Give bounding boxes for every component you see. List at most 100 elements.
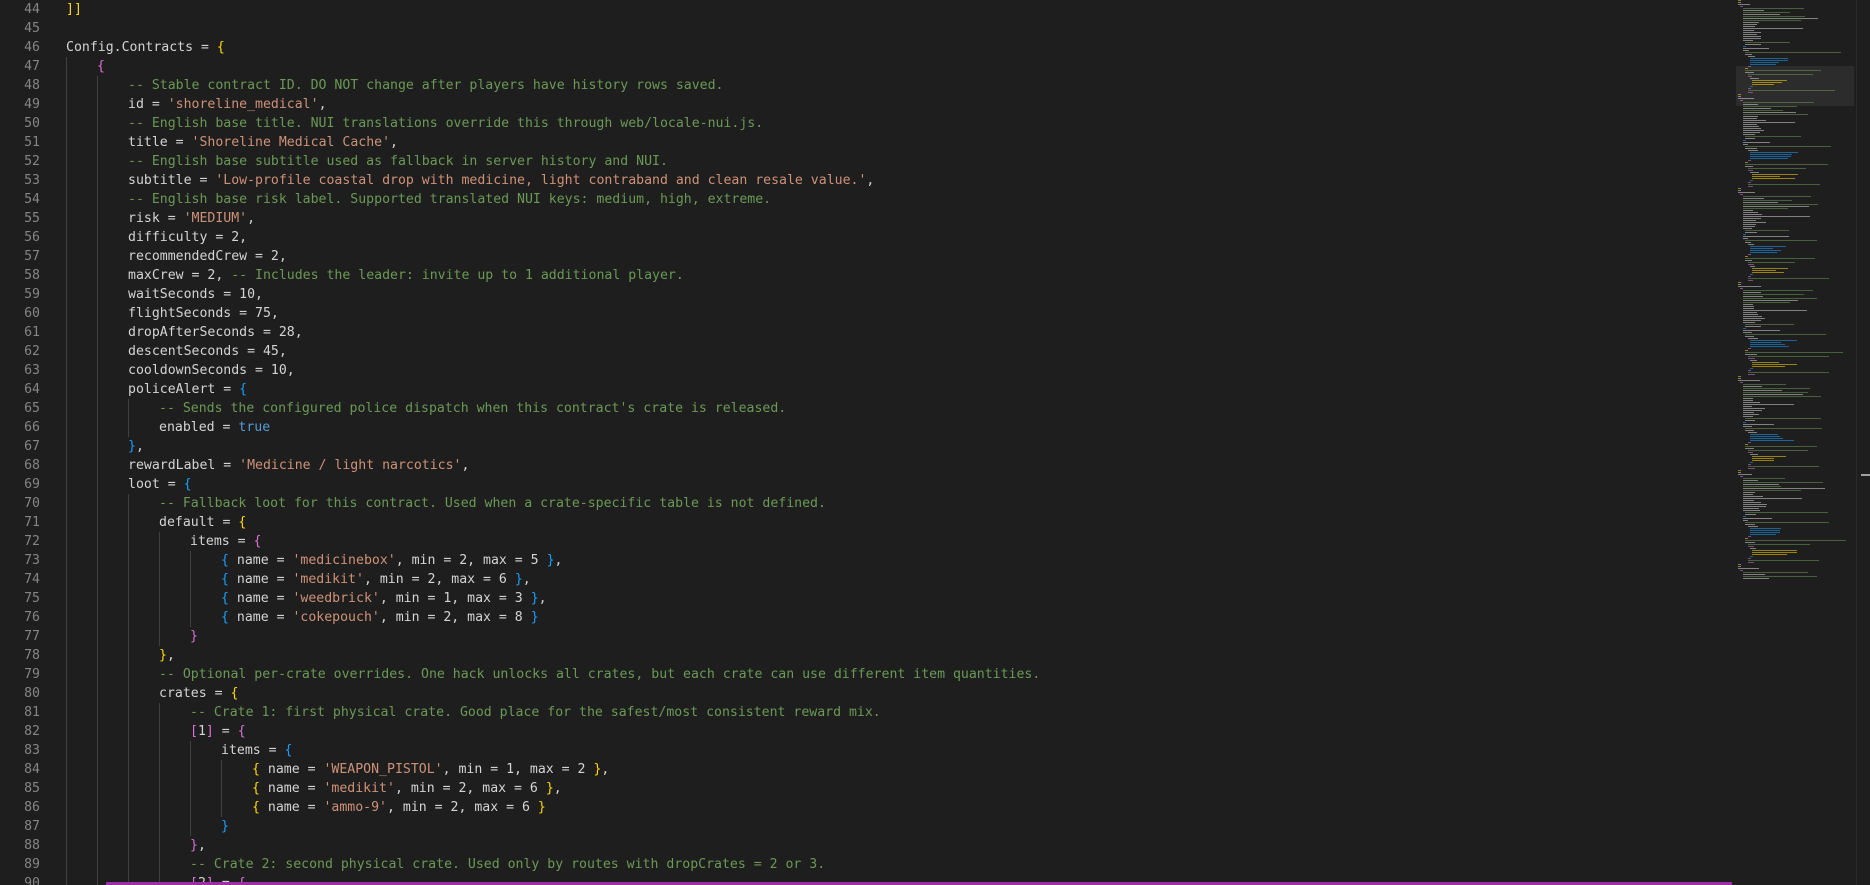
code-line[interactable]: { name = 'medikit', min = 2, max = 6 }, [221, 570, 531, 589]
indent-guide [128, 703, 129, 722]
code-line[interactable]: policeAlert = { [128, 380, 247, 399]
code-line[interactable]: enabled = true [159, 418, 270, 437]
minimap-line [1747, 186, 1754, 187]
code-line[interactable]: dropAfterSeconds = 28, [128, 323, 303, 342]
minimap-line [1752, 80, 1787, 81]
indent-guide [159, 627, 160, 646]
minimap-line [1750, 252, 1778, 253]
code-line[interactable]: [1] = { [190, 722, 246, 741]
code-line[interactable]: { name = 'medicinebox', min = 2, max = 5… [221, 551, 562, 570]
code-line[interactable]: difficulty = 2, [128, 228, 247, 247]
code-line[interactable]: items = { [221, 741, 292, 760]
minimap-line [1750, 346, 1790, 347]
code-token: } [530, 610, 539, 625]
code-line[interactable]: waitSeconds = 10, [128, 285, 263, 304]
code-line[interactable]: }, [159, 646, 175, 665]
indent-guide [66, 285, 67, 304]
minimap-line [1738, 4, 1751, 5]
vertical-scrollbar[interactable] [1856, 0, 1870, 885]
indent-guide [97, 361, 98, 380]
code-area[interactable]: ]] Config.Contracts = {{-- Stable contrac… [66, 0, 1726, 885]
code-token: 'ammo-9' [323, 800, 388, 815]
code-line[interactable]: cooldownSeconds = 10, [128, 361, 295, 380]
code-line[interactable]: ]] [66, 0, 82, 19]
indent-guide [97, 247, 98, 266]
code-line[interactable]: }, [128, 437, 144, 456]
code-line[interactable]: title = 'Shoreline Medical Cache', [128, 133, 398, 152]
code-line[interactable]: -- English base title. NUI translations … [128, 114, 763, 133]
indent-guide [97, 323, 98, 342]
code-line[interactable]: rewardLabel = 'Medicine / light narcotic… [128, 456, 469, 475]
code-line[interactable]: } [221, 817, 229, 836]
code-line[interactable]: { name = 'ammo-9', min = 2, max = 6 } [252, 798, 546, 817]
code-editor[interactable]: 44 45 46 47 48 49 50 51 52 53 54 55 56 57 58 59 60 61 62 63… [0, 0, 1870, 885]
code-line[interactable]: { name = 'medikit', min = 2, max = 6 }, [252, 779, 562, 798]
code-line[interactable]: -- Fallback loot for this contract. Used… [159, 494, 826, 513]
minimap-line [1745, 230, 1789, 231]
code-line[interactable]: items = { [190, 532, 261, 551]
code-line[interactable]: -- English base risk label. Supported tr… [128, 190, 771, 209]
minimap-line [1742, 204, 1818, 205]
code-line[interactable]: recommendedCrew = 2, [128, 247, 287, 266]
minimap-line [1747, 358, 1756, 359]
minimap-line [1750, 64, 1776, 65]
code-token: id = [128, 97, 168, 112]
code-token: name = [259, 781, 324, 796]
minimap-line [1745, 542, 1756, 543]
code-line[interactable]: { name = 'cokepouch', min = 2, max = 8 } [221, 608, 539, 627]
indent-guide [66, 627, 67, 646]
code-line[interactable]: default = { [159, 513, 246, 532]
code-token: recommendedCrew = 2, [128, 249, 287, 264]
line-number: 45 [24, 21, 40, 36]
line-number: 50 [24, 116, 40, 131]
code-line[interactable]: descentSeconds = 45, [128, 342, 287, 361]
minimap-line [1742, 422, 1746, 423]
code-line[interactable]: id = 'shoreline_medical', [128, 95, 327, 114]
minimap[interactable] [1736, 0, 1854, 885]
indent-guide [66, 836, 67, 855]
minimap-line [1742, 578, 1770, 579]
code-line[interactable]: -- English base subtitle used as fallbac… [128, 152, 668, 171]
minimap-line [1745, 336, 1755, 337]
code-token: } [221, 819, 229, 834]
indent-guide [97, 342, 98, 361]
line-number: 66 [24, 420, 40, 435]
indent-guide [66, 551, 67, 570]
code-line[interactable]: Config.Contracts = { [66, 38, 225, 57]
code-line[interactable]: risk = 'MEDIUM', [128, 209, 255, 228]
line-number: 47 [24, 59, 40, 74]
indent-guide [97, 684, 98, 703]
code-line[interactable]: { name = 'weedbrick', min = 1, max = 3 }… [221, 589, 547, 608]
code-line[interactable]: -- Optional per-crate overrides. One hac… [159, 665, 1040, 684]
line-number: 88 [24, 838, 40, 853]
indent-guide [159, 608, 160, 627]
indent-guide [128, 646, 129, 665]
code-line[interactable]: } [190, 627, 198, 646]
code-line[interactable]: crates = { [159, 684, 238, 703]
minimap-line [1745, 324, 1794, 325]
code-line[interactable]: -- Crate 1: first physical crate. Good p… [190, 703, 881, 722]
code-line[interactable]: maxCrew = 2, -- Includes the leader: inv… [128, 266, 684, 285]
code-line[interactable]: { name = 'WEAPON_PISTOL', min = 1, max =… [252, 760, 609, 779]
code-token: { [284, 743, 293, 758]
minimap-line [1745, 68, 1749, 69]
indent-guide [128, 418, 129, 437]
code-line[interactable]: loot = { [128, 475, 192, 494]
code-line[interactable]: -- Crate 2: second physical crate. Used … [190, 855, 825, 874]
indent-guide [97, 304, 98, 323]
indent-guide [97, 114, 98, 133]
code-line[interactable]: { [97, 57, 105, 76]
code-token: , min = 1, max = 2 [442, 762, 594, 777]
code-line[interactable]: subtitle = 'Low-profile coastal drop wit… [128, 171, 874, 190]
code-line[interactable]: -- Sends the configured police dispatch … [159, 399, 786, 418]
indent-guide [128, 817, 129, 836]
code-line[interactable]: flightSeconds = 75, [128, 304, 279, 323]
minimap-line [1742, 502, 1761, 503]
minimap-line [1750, 344, 1785, 345]
code-line[interactable]: -- Stable contract ID. DO NOT change aft… [128, 76, 723, 95]
minimap-line [1750, 454, 1758, 455]
minimap-line [1750, 528, 1781, 529]
code-line[interactable]: }, [190, 836, 206, 855]
minimap-line [1742, 306, 1754, 307]
minimap-line [1738, 564, 1741, 565]
